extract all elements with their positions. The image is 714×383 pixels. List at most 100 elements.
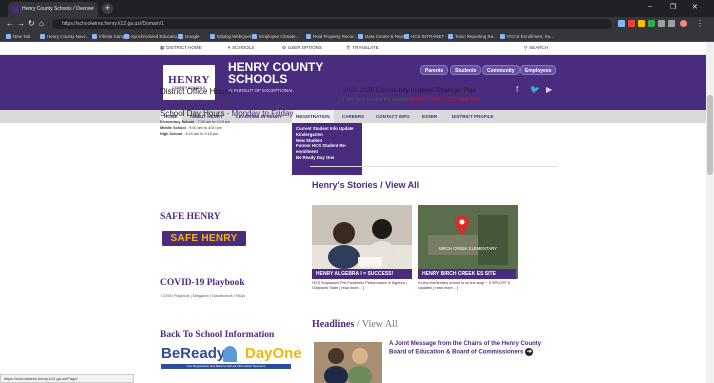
url-field[interactable]: https://schoolwires.henry.k12.ga.us//Dom… bbox=[52, 19, 612, 29]
safe-henry-title: SAFE HENRY bbox=[160, 212, 221, 222]
browser-tab[interactable]: Henry County Schools / Overvie × bbox=[8, 2, 98, 17]
be-ready-day-one-logo[interactable]: BeReady DayOne Your Registration and Bac… bbox=[161, 345, 302, 369]
covid-links[interactable]: COVID Playbook | Mitigation | Dashboards… bbox=[161, 294, 245, 298]
stories-title[interactable]: Henry's Stories / View All bbox=[312, 180, 419, 190]
divider bbox=[310, 166, 558, 167]
dropdown-item[interactable]: Former HCS Student Re-enrollment bbox=[296, 143, 358, 155]
chevron-down-icon: ▾ bbox=[228, 45, 231, 50]
address-bar-row: ← → ↻ ⌂ https://schoolwires.henry.k12.ga… bbox=[0, 17, 714, 31]
students-photo bbox=[312, 205, 412, 279]
back-to-school-title: Back To School Information bbox=[160, 330, 275, 340]
puzzle-icon[interactable] bbox=[668, 20, 675, 27]
person-icon bbox=[223, 346, 237, 362]
story-image-birch-creek[interactable]: BIRCH CREEK ELEMENTARY bbox=[418, 205, 518, 279]
strategic-plan-title[interactable]: 2021-2026 Community-Inspired Strategic P… bbox=[343, 87, 476, 94]
safe-henry-logo[interactable]: SAFE HENRY bbox=[162, 231, 246, 246]
story-caption[interactable]: HENRY BIRCH CREEK ES SITE bbox=[418, 269, 516, 279]
bookmark-item[interactable]: PCCS Enrollment, Su... bbox=[500, 33, 554, 40]
home-icon[interactable]: ⌂ bbox=[39, 19, 44, 29]
close-window-icon[interactable]: ✕ bbox=[692, 3, 698, 11]
bookmark-item[interactable]: Real Property Recor... bbox=[306, 33, 357, 40]
aerial-map-photo: BIRCH CREEK ELEMENTARY bbox=[418, 205, 518, 279]
translate-menu[interactable]: 文 Translate bbox=[346, 45, 379, 51]
story-caption[interactable]: HENRY ALGEBRA I = SUCCESS! bbox=[312, 269, 412, 279]
office-hours-text: Monday to Friday · 8:00 am to 5:00 pm bbox=[160, 98, 229, 103]
dropdown-item[interactable]: Current Student Info Update bbox=[296, 126, 358, 132]
translate-icon: 文 bbox=[346, 45, 351, 50]
headline-link[interactable]: A Joint Message from the Chairs of the H… bbox=[389, 340, 559, 357]
forward-icon[interactable]: → bbox=[17, 19, 25, 29]
browser-tab-bar: Henry County Schools / Overvie × + – ❐ ✕ bbox=[0, 0, 714, 17]
schedule-high: High School - 8:15 am to 3:15 pm bbox=[160, 132, 219, 136]
site-favicon-icon bbox=[12, 6, 19, 13]
restore-icon[interactable]: ❐ bbox=[670, 3, 676, 11]
bookmark-item[interactable]: New Tab bbox=[6, 33, 30, 40]
officials-photo bbox=[314, 342, 382, 383]
reload-icon[interactable]: ↻ bbox=[28, 19, 35, 29]
bookmark-item[interactable]: Tonic Reporting Ra... bbox=[448, 33, 497, 40]
bookmark-item[interactable]: Henry County Navi... bbox=[40, 33, 89, 40]
extension-icon[interactable] bbox=[628, 20, 635, 27]
covid-title: COVID-19 Playbook bbox=[160, 278, 245, 288]
extension-icon[interactable] bbox=[618, 20, 625, 27]
bookmark-item[interactable]: Employee Climate... bbox=[252, 33, 299, 40]
headline-photo[interactable] bbox=[314, 342, 382, 383]
facebook-icon[interactable]: f bbox=[516, 85, 518, 94]
main-nav: Home About Henry Learning in Henry Regis… bbox=[0, 110, 706, 123]
schedule-middle: Middle School - 9:00 am to 4:00 pm bbox=[160, 126, 222, 130]
story-text[interactable]: HCS Surpasses Pre-Pandemic Performance i… bbox=[312, 281, 412, 291]
community-button[interactable]: Community bbox=[482, 65, 520, 75]
bookmark-item[interactable]: Data Center & Repo... bbox=[358, 33, 409, 40]
twitter-icon[interactable]: 🐦 bbox=[530, 85, 540, 94]
parents-button[interactable]: Parents bbox=[420, 65, 449, 75]
strategic-plan-sub: Click here to view the reports: Annual R… bbox=[343, 97, 480, 103]
extension-icon[interactable] bbox=[638, 20, 645, 27]
minimize-icon[interactable]: – bbox=[648, 3, 652, 10]
nav-contact-info[interactable]: Contact Info bbox=[372, 110, 414, 123]
profile-avatar[interactable] bbox=[680, 20, 687, 27]
user-options-menu[interactable]: ⚙ User Options bbox=[282, 45, 322, 51]
registration-dropdown: Current Student Info Update Kindergarten… bbox=[292, 123, 362, 175]
school-hours-title: School Day Hours - Monday to Friday bbox=[160, 109, 294, 118]
menu-kebab-icon[interactable]: ⋮ bbox=[696, 19, 704, 29]
web-page: ▦ District Home ▾ Schools ⚙ User Options 文T… bbox=[0, 42, 706, 383]
bookmarks-bar: New Tab Henry County Navi... Infinite Camp… bbox=[0, 31, 714, 42]
students-button[interactable]: Students bbox=[450, 65, 482, 75]
map-overlay-text: BIRCH CREEK ELEMENTARY bbox=[439, 246, 497, 251]
search-icon: ⚲ bbox=[524, 45, 528, 50]
back-icon[interactable]: ← bbox=[6, 19, 14, 29]
search-button[interactable]: ⚲ Search bbox=[524, 45, 548, 51]
extension-icon[interactable] bbox=[648, 20, 655, 27]
gear-icon: ⚙ bbox=[282, 45, 287, 50]
utility-bar: ▦ District Home ▾ Schools ⚙ User Options 文T… bbox=[0, 42, 706, 55]
dropdown-item[interactable]: Be Ready Day One bbox=[296, 155, 358, 161]
bookmark-item[interactable]: Edulog WebQuery bbox=[210, 33, 254, 40]
schedule-elementary: Elementary School - 7:30 am to 2:15 pm bbox=[160, 120, 231, 124]
story-image-algebra[interactable] bbox=[312, 205, 412, 279]
annual-report-link[interactable]: Annual Report | 2022 Year One bbox=[410, 97, 479, 103]
headlines-title[interactable]: Headlines / View All bbox=[312, 319, 398, 330]
tab-title: Henry County Schools / Overvie bbox=[22, 6, 94, 12]
office-hours-title: District Office Hours bbox=[160, 87, 231, 96]
scrollbar-thumb[interactable] bbox=[707, 95, 713, 175]
nav-careers[interactable]: Careers bbox=[338, 110, 368, 123]
nav-district-profile[interactable]: District Profile bbox=[448, 110, 498, 123]
scrollbar-track[interactable] bbox=[706, 42, 714, 383]
nav-registration[interactable]: Registration bbox=[292, 110, 334, 123]
arrow-right-icon[interactable]: ➔ bbox=[525, 348, 534, 356]
site-tagline: In Pursuit of Exceptional bbox=[228, 88, 294, 93]
extension-icon[interactable] bbox=[658, 20, 665, 27]
close-tab-icon[interactable]: × bbox=[91, 2, 94, 17]
new-tab-button[interactable]: + bbox=[102, 3, 113, 14]
site-title[interactable]: HENRY COUNTY SCHOOLS bbox=[228, 61, 323, 85]
bookmark-item[interactable]: Google bbox=[178, 33, 200, 40]
district-home-link[interactable]: ▦ District Home bbox=[160, 45, 202, 51]
story-text[interactable]: A new elementary school is on the way! ~… bbox=[418, 281, 518, 291]
employees-button[interactable]: Employees bbox=[520, 65, 557, 75]
bookmark-item[interactable]: Synchronized Educatio... bbox=[124, 33, 181, 40]
nav-esser[interactable]: ESSER bbox=[418, 110, 441, 123]
status-url: https://schoolwires.henry.k12.ga.us/Page… bbox=[0, 374, 134, 383]
schools-menu[interactable]: ▾ Schools bbox=[228, 45, 254, 51]
youtube-icon[interactable]: ▶ bbox=[546, 85, 552, 94]
building-icon: ▦ bbox=[160, 45, 165, 50]
